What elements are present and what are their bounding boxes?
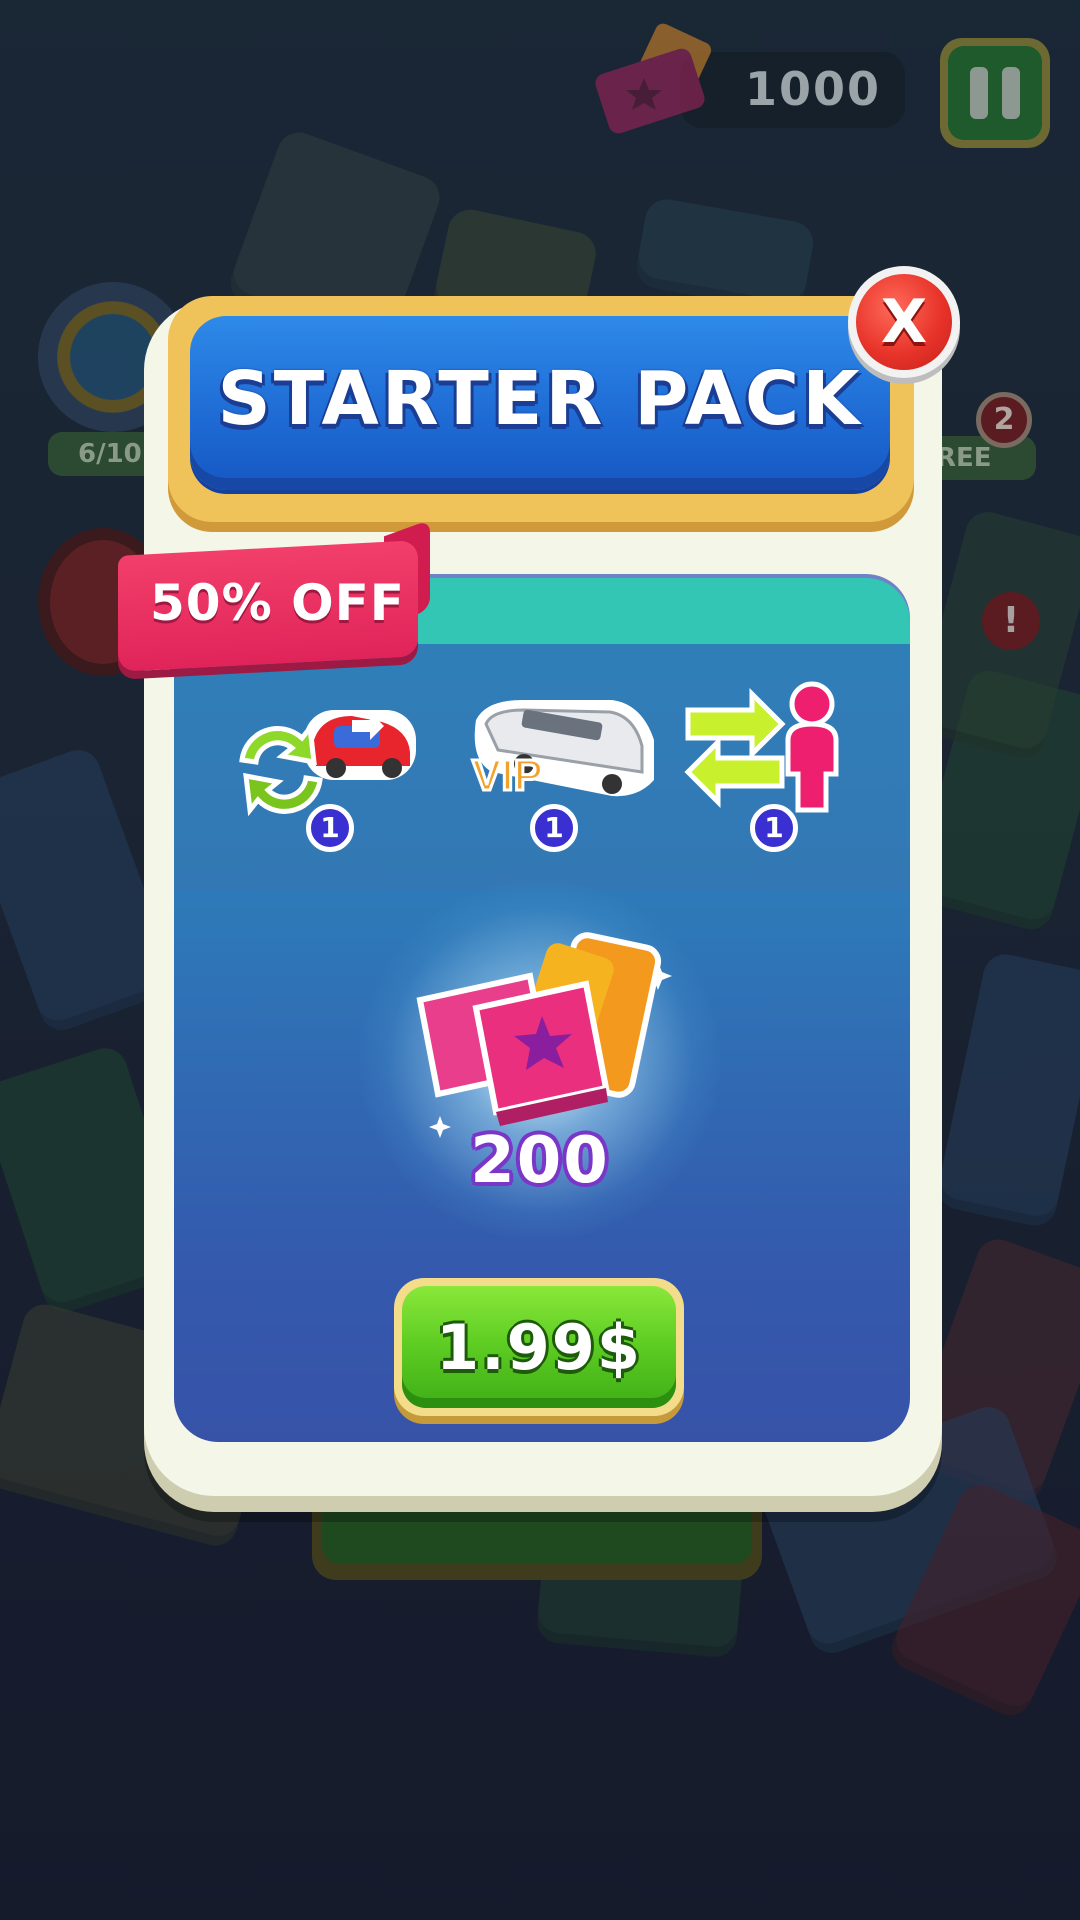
gift-count-badge: 2 [976,392,1032,448]
ticket-reward-amount: 200 [470,1124,610,1198]
close-icon: X [856,274,952,370]
reward-item-vip-limo: VIP 1 [462,680,662,852]
calendar-alert-icon: ! [982,592,1040,650]
tickets-icon [416,932,672,1138]
ticket-icon [595,23,712,134]
reward-count-badge: 1 [750,804,798,852]
ticket-count: 1000 [744,62,881,116]
pause-icon [948,46,1042,140]
reward-item-car-swap: 1 [232,680,422,852]
reward-count-badge: 1 [530,804,578,852]
price-label: 1.99$ [435,1310,643,1384]
popup-title: STARTER PACK [217,356,863,442]
discount-label: 50% OFF [150,574,405,632]
reward-count-badge: 1 [306,804,354,852]
close-button[interactable]: X [848,266,960,378]
car-swap-icon [239,710,416,817]
vip-tag: VIP [472,751,543,800]
pause-button[interactable] [940,38,1050,148]
reward-item-swap-person: 1 [682,680,872,852]
swap-person-icon [684,681,839,813]
vip-limo-icon: VIP [471,700,654,802]
buy-button[interactable]: 1.99$ [394,1278,684,1416]
